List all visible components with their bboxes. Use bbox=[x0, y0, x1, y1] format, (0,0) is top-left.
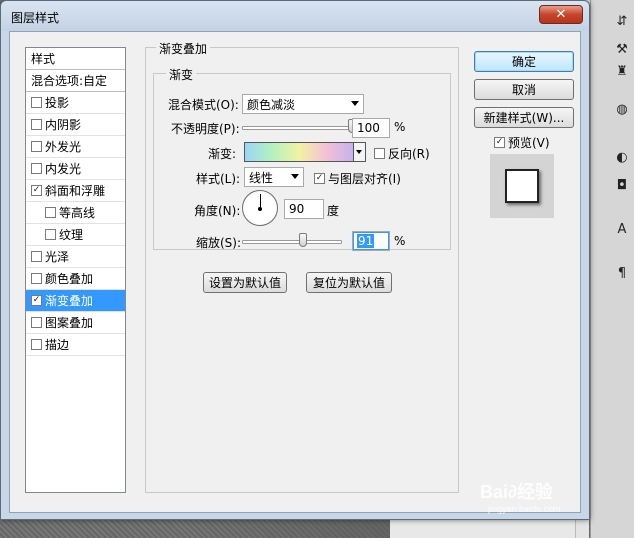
style-item-label: 内发光 bbox=[45, 162, 82, 176]
gradient-subgroup: 渐变 混合模式(O): 颜色减淡 不透明度(P): 100 % 渐变: 反向(R… bbox=[153, 66, 451, 251]
style-label: 样式(L): bbox=[196, 172, 241, 186]
chevron-down-icon bbox=[291, 174, 299, 179]
angle-dial[interactable] bbox=[242, 190, 278, 226]
style-checkbox[interactable] bbox=[31, 317, 42, 328]
style-list-item[interactable]: 光泽 bbox=[26, 246, 125, 268]
style-list-item[interactable]: 内发光 bbox=[26, 158, 125, 180]
style-checkbox[interactable] bbox=[31, 141, 42, 152]
style-item-label: 投影 bbox=[45, 96, 70, 110]
style-checkbox[interactable] bbox=[31, 339, 42, 350]
adjust-icon[interactable]: ◐ bbox=[613, 148, 631, 166]
style-item-label: 等高线 bbox=[59, 206, 96, 220]
style-checkbox[interactable] bbox=[45, 229, 56, 240]
title-bar[interactable]: 图层样式 ✕ bbox=[1, 1, 589, 31]
chevron-down-icon bbox=[356, 150, 362, 154]
blend-options-item[interactable]: 混合选项:自定 bbox=[26, 70, 125, 92]
style-item-label: 光泽 bbox=[45, 250, 70, 264]
scale-slider-thumb[interactable] bbox=[299, 233, 307, 247]
style-checkbox[interactable] bbox=[31, 295, 42, 306]
opacity-slider[interactable] bbox=[242, 126, 352, 130]
opacity-label: 不透明度(P): bbox=[171, 122, 240, 136]
style-list-item[interactable]: 渐变叠加 bbox=[26, 290, 125, 312]
gradient-dropdown-button[interactable] bbox=[354, 142, 366, 162]
angle-unit: 度 bbox=[327, 204, 340, 218]
scale-label: 缩放(S): bbox=[196, 236, 242, 250]
style-list-item[interactable]: 颜色叠加 bbox=[26, 268, 125, 290]
reset-default-button[interactable]: 复位为默认值 bbox=[306, 272, 392, 293]
preview-thumbnail bbox=[505, 169, 539, 203]
style-list-header[interactable]: 样式 bbox=[26, 48, 125, 70]
style-preview bbox=[490, 154, 554, 218]
style-item-label: 外发光 bbox=[45, 140, 82, 154]
gradient-overlay-group: 渐变叠加 渐变 混合模式(O): 颜色减淡 不透明度(P): 100 % 渐变: bbox=[145, 40, 459, 493]
ok-button[interactable]: 确定 bbox=[474, 51, 574, 72]
paragraph-icon[interactable]: ¶ bbox=[613, 264, 631, 282]
mask-icon[interactable]: ◘ bbox=[613, 176, 631, 194]
preview-checkbox[interactable]: 预览(V) bbox=[494, 134, 550, 151]
style-checkbox[interactable] bbox=[31, 163, 42, 174]
close-button[interactable]: ✕ bbox=[539, 5, 583, 24]
angle-label: 角度(N): bbox=[194, 204, 241, 218]
watermark-logo: Bai∂经验 jingyan.baidu.com bbox=[480, 482, 561, 514]
reverse-checkbox[interactable]: 反向(R) bbox=[374, 145, 430, 162]
blend-mode-label: 混合模式(O): bbox=[168, 98, 239, 112]
style-list: 样式 混合选项:自定 投影内阴影外发光内发光斜面和浮雕等高线纹理光泽颜色叠加渐变… bbox=[25, 47, 126, 493]
style-item-label: 颜色叠加 bbox=[45, 272, 94, 286]
preview-checkbox-box[interactable] bbox=[494, 137, 505, 148]
style-list-item[interactable]: 内阴影 bbox=[26, 114, 125, 136]
style-list-item[interactable]: 描边 bbox=[26, 334, 125, 356]
scale-input[interactable]: 91 bbox=[352, 231, 390, 251]
group-title: 渐变叠加 bbox=[156, 40, 211, 57]
style-checkbox[interactable] bbox=[31, 251, 42, 262]
style-list-item[interactable]: 投影 bbox=[26, 92, 125, 114]
align-with-layer-checkbox[interactable]: 与图层对齐(I) bbox=[314, 170, 401, 187]
style-list-item[interactable]: 纹理 bbox=[26, 224, 125, 246]
layer-style-dialog: 图层样式 ✕ 样式 混合选项:自定 投影内阴影外发光内发光斜面和浮雕等高线纹理光… bbox=[0, 0, 590, 520]
palette-icon[interactable]: ◍ bbox=[613, 100, 631, 118]
angle-center-dot bbox=[258, 207, 262, 211]
brush-preset-icon[interactable]: ⚒ bbox=[613, 40, 631, 58]
style-item-label: 图案叠加 bbox=[45, 316, 94, 330]
dialog-body: 样式 混合选项:自定 投影内阴影外发光内发光斜面和浮雕等高线纹理光泽颜色叠加渐变… bbox=[9, 31, 581, 513]
subgroup-title: 渐变 bbox=[166, 66, 197, 83]
scale-slider[interactable] bbox=[242, 240, 342, 244]
style-list-item[interactable]: 等高线 bbox=[26, 202, 125, 224]
style-select[interactable]: 线性 bbox=[244, 167, 304, 187]
align-checkbox-box[interactable] bbox=[314, 173, 325, 184]
style-checkbox[interactable] bbox=[45, 207, 56, 218]
chevron-down-icon bbox=[351, 101, 359, 106]
make-default-button[interactable]: 设置为默认值 bbox=[203, 272, 287, 293]
scale-unit: % bbox=[394, 234, 406, 248]
gradient-label: 渐变: bbox=[208, 147, 237, 161]
reverse-checkbox-box[interactable] bbox=[374, 148, 385, 159]
style-list-item[interactable]: 图案叠加 bbox=[26, 312, 125, 334]
dialog-title: 图层样式 bbox=[11, 11, 60, 25]
angle-input[interactable]: 90 bbox=[284, 199, 324, 219]
style-checkbox[interactable] bbox=[31, 185, 42, 196]
style-checkbox[interactable] bbox=[31, 119, 42, 130]
style-checkbox[interactable] bbox=[31, 97, 42, 108]
style-item-label: 内阴影 bbox=[45, 118, 82, 132]
new-style-button[interactable]: 新建样式(W)... bbox=[474, 107, 574, 128]
close-icon: ✕ bbox=[555, 7, 567, 22]
style-item-label: 描边 bbox=[45, 338, 70, 352]
tool-panel: ⇵ ⚒ ♜ ◍ ◐ ◘ A ¶ bbox=[590, 0, 634, 538]
blend-mode-select[interactable]: 颜色减淡 bbox=[242, 94, 364, 114]
style-checkbox[interactable] bbox=[31, 273, 42, 284]
character-icon[interactable]: A bbox=[613, 220, 631, 238]
cancel-button[interactable]: 取消 bbox=[474, 79, 574, 100]
style-list-item[interactable]: 斜面和浮雕 bbox=[26, 180, 125, 202]
opacity-input[interactable]: 100 bbox=[352, 118, 390, 138]
stamp-icon[interactable]: ♜ bbox=[613, 62, 631, 80]
opacity-unit: % bbox=[394, 120, 406, 134]
style-list-item[interactable]: 外发光 bbox=[26, 136, 125, 158]
gradient-picker[interactable] bbox=[244, 142, 354, 162]
style-item-label: 纹理 bbox=[59, 228, 84, 242]
style-item-label: 渐变叠加 bbox=[45, 294, 94, 308]
arrows-icon[interactable]: ⇵ bbox=[613, 12, 631, 30]
style-item-label: 斜面和浮雕 bbox=[45, 184, 106, 198]
